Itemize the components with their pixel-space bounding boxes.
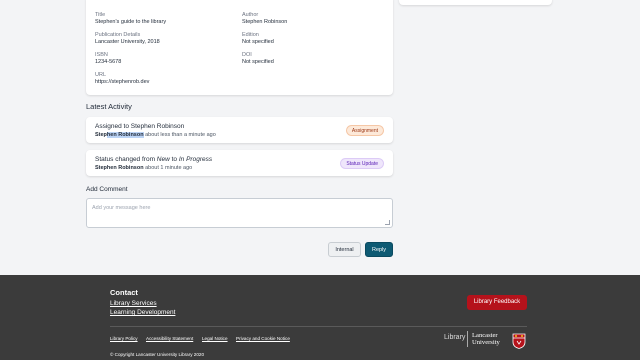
url-field: URL https://stephenrob.dev — [95, 72, 149, 86]
title-field: Title Stephen's guide to the library — [95, 12, 166, 26]
edition-label: Edition — [242, 32, 259, 38]
main-content: Title Stephen's guide to the library Aut… — [0, 0, 640, 275]
isbn-label: ISBN — [95, 52, 108, 58]
status-title-mid: to — [169, 156, 179, 163]
activity-user-part: Step — [95, 132, 107, 138]
footer-divider — [110, 326, 527, 327]
activity-title: Status changed from New to In Progress — [95, 156, 212, 163]
status-from: New — [156, 156, 170, 163]
status-to: In Progress — [178, 156, 213, 163]
author-field: Author Stephen Robinson — [242, 12, 287, 26]
status-title-prefix: Status changed from — [95, 156, 157, 163]
assignment-badge: Assignment — [345, 125, 384, 136]
contact-heading: Contact — [110, 288, 138, 297]
activity-item-assignment: Assigned to Stephen Robinson Stephen Rob… — [86, 117, 393, 143]
edition-field: Edition Not specified — [242, 32, 274, 46]
library-logo-text: Library — [444, 334, 466, 341]
isbn-field: ISBN 1234-5678 — [95, 52, 121, 66]
activity-meta: Stephen Robinson about less than a minut… — [95, 132, 216, 138]
doi-field: DOI Not specified — [242, 52, 274, 66]
reply-button[interactable]: Reply — [365, 242, 393, 257]
activity-item-status: Status changed from New to In Progress S… — [86, 150, 393, 176]
author-label: Author — [242, 12, 259, 18]
university-logo-line2: University — [472, 339, 500, 346]
title-label: Title — [95, 12, 106, 18]
activity-title: Assigned to Stephen Robinson — [95, 123, 185, 130]
activity-user: Stephen Robinson — [95, 132, 144, 138]
activity-user: Stephen Robinson — [95, 165, 144, 171]
latest-activity-heading: Latest Activity — [86, 102, 132, 111]
activity-meta: Stephen Robinson about 1 minute ago — [95, 165, 192, 171]
privacy-cookie-link[interactable]: Privacy and Cookie Notice — [236, 336, 290, 341]
isbn-value: 1234-5678 — [95, 59, 122, 65]
activity-user-selected: hen Robinson — [106, 132, 144, 138]
doi-label: DOI — [242, 52, 252, 58]
logo-divider — [467, 331, 468, 347]
activity-time: about 1 minute ago — [145, 165, 193, 171]
university-logo: Lancaster University — [472, 332, 500, 346]
legal-notice-link[interactable]: Legal Notice — [202, 336, 228, 341]
publication-details-field: Publication Details Lancaster University… — [95, 32, 160, 46]
site-footer: Contact Library Services Learning Develo… — [0, 275, 640, 360]
university-crest-icon — [512, 333, 526, 349]
learning-development-link[interactable]: Learning Development — [110, 309, 175, 316]
add-comment-heading: Add Comment — [86, 186, 128, 193]
comment-placeholder: Add your message here — [92, 205, 151, 211]
internal-button[interactable]: Internal — [328, 242, 361, 257]
accessibility-statement-link[interactable]: Accessibility Statement — [146, 336, 193, 341]
publication-details-value: Lancaster University, 2018 — [95, 39, 160, 45]
copyright-text: © Copyright Lancaster University Library… — [110, 352, 205, 357]
publication-details-label: Publication Details — [95, 32, 141, 38]
library-services-link[interactable]: Library Services — [110, 300, 157, 307]
side-card — [399, 0, 552, 5]
title-value: Stephen's guide to the library — [95, 19, 167, 25]
library-feedback-button[interactable]: Library Feedback — [467, 295, 527, 310]
doi-value: Not specified — [242, 59, 274, 65]
library-policy-link[interactable]: Library Policy — [110, 336, 138, 341]
url-label: URL — [95, 72, 107, 78]
resize-handle-icon[interactable] — [385, 220, 390, 225]
publication-details-card: Title Stephen's guide to the library Aut… — [86, 0, 393, 95]
edition-value: Not specified — [242, 39, 274, 45]
university-logo-line1: Lancaster — [472, 332, 498, 339]
url-value: https://stephenrob.dev — [95, 79, 150, 85]
comment-textarea[interactable]: Add your message here — [86, 198, 393, 228]
author-value: Stephen Robinson — [242, 19, 288, 25]
activity-time: about less than a minute ago — [145, 132, 216, 138]
status-update-badge: Status Update — [340, 158, 384, 169]
